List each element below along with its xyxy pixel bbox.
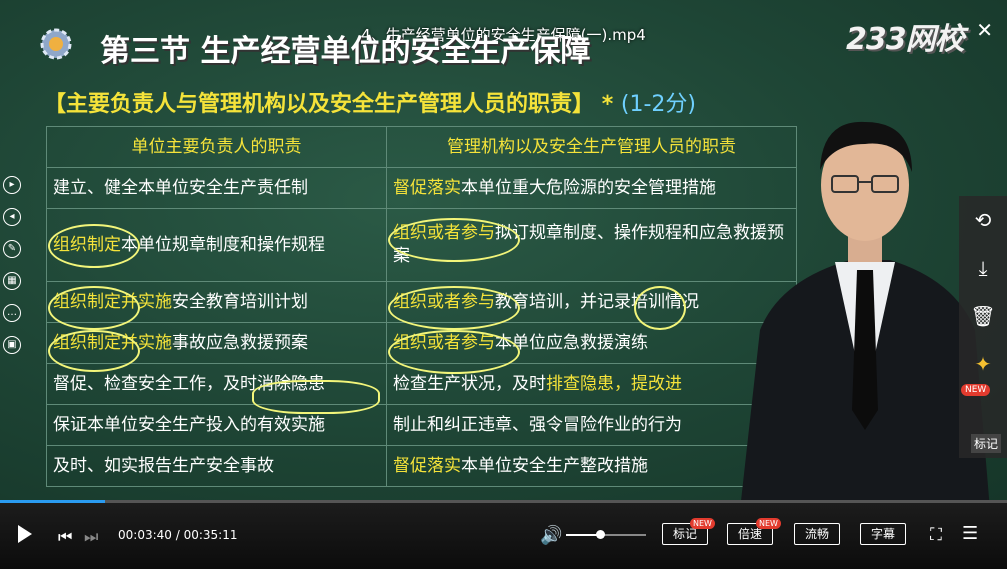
cell-highlight: 督促落实 [393,177,461,198]
annotation-circle [634,286,686,330]
video-player[interactable]: 4、生产经营单位的安全生产保障(一).mp4 233网校 ✕ 第三节 生产经营单… [0,0,1007,569]
cell-highlight: 督促落实 [393,455,461,476]
player-controls: ⏮ ⏭ 00:03:40 / 00:35:11 🔊 标记 NEW 倍速 NEW … [0,503,1007,569]
annotation-circle [48,286,140,330]
cell-text: 建立、健全本单位安全生产责任制 [53,177,308,198]
cell-text: 及时、如实报告生产安全事故 [53,455,274,476]
quality-button[interactable]: 流畅 [794,523,840,545]
share-icon[interactable]: ⟲ [959,196,1007,244]
new-badge: NEW [756,518,781,529]
volume-slider[interactable] [566,530,646,539]
section-title: 第三节 生产经营单位的安全生产保障 [100,34,591,69]
slide-subtitle: 【主要负责人与管理机构以及安全生产管理人员的职责】 * (1-2分) [44,86,696,118]
cell-text: 本单位规章制度和操作规程 [121,234,325,255]
annotation-circle [388,286,520,330]
star-mark: * [601,92,614,117]
cell-highlight: 排查隐患，提改进 [546,373,682,394]
new-badge: NEW [690,518,715,529]
brand-logo: 233网校 [846,22,965,57]
pin-icon[interactable]: ✦ [959,340,1007,388]
volume-fill [566,534,600,536]
table-row: 保证本单位安全生产投入的有效实施 制止和纠正违章、强令冒险作业的行为 [46,404,797,446]
play-circle-icon[interactable]: ▸ [3,176,21,194]
mark-label: 标记 [971,434,1002,453]
next-icon[interactable]: ⏭ [84,527,98,547]
table-row: 建立、健全本单位安全生产责任制 督促落实本单位重大危险源的安全管理措施 [46,167,797,209]
draw-icon[interactable]: ✎ [3,240,21,258]
points-label: (1-2分) [620,92,696,117]
gear-icon [40,28,72,60]
annotation-circle [252,380,380,414]
cell-text: 本单位重大危险源的安全管理措施 [461,177,716,198]
playlist-icon[interactable]: ☰ [962,523,978,544]
previous-icon[interactable]: ⏮ [58,527,72,547]
cell-text: 检查生产状况，及时 [393,373,546,394]
cell-text: 保证本单位安全生产投入的有效实施 [53,414,325,435]
delete-icon[interactable]: 🗑 [959,292,1007,340]
more-icon[interactable]: … [3,304,21,322]
right-panel: ⟲ ⤓ 🗑 ✦ NEW 标记 [959,196,1007,458]
cell-text: 制止和纠正违章、强令冒险作业的行为 [393,414,682,435]
screen-icon[interactable]: ▣ [3,336,21,354]
new-badge: NEW [961,384,991,396]
presenter [740,121,990,510]
cell-text: 本单位安全生产整改措施 [461,455,648,476]
download-icon[interactable]: ⤓ [959,244,1007,292]
subtitle-button[interactable]: 字幕 [860,523,906,545]
table-row: 及时、如实报告生产安全事故 督促落实本单位安全生产整改措施 [46,445,797,487]
left-toolbar: ▸ ◂ ✎ ▦ … ▣ [0,176,24,368]
fullscreen-icon[interactable]: ⛶ [930,525,942,545]
header-right: 管理机构以及安全生产管理人员的职责 [386,126,797,168]
play-icon[interactable] [18,525,32,543]
subtitle-text: 【主要负责人与管理机构以及安全生产管理人员的职责】 [44,92,595,117]
cell-text: 安全教育培训计划 [172,291,308,312]
close-icon[interactable]: ✕ [976,18,993,42]
edit-icon[interactable]: ▦ [3,272,21,290]
volume-icon[interactable]: 🔊 [540,525,562,546]
back-circle-icon[interactable]: ◂ [3,208,21,226]
annotation-circle [388,330,520,374]
annotation-circle [388,218,520,262]
annotation-circle [48,224,140,268]
time-display: 00:03:40 / 00:35:11 [118,528,238,542]
header-left: 单位主要负责人的职责 [46,126,387,168]
cell-text: 事故应急救援预案 [172,332,308,353]
annotation-circle [48,330,140,372]
volume-knob[interactable] [595,530,605,539]
